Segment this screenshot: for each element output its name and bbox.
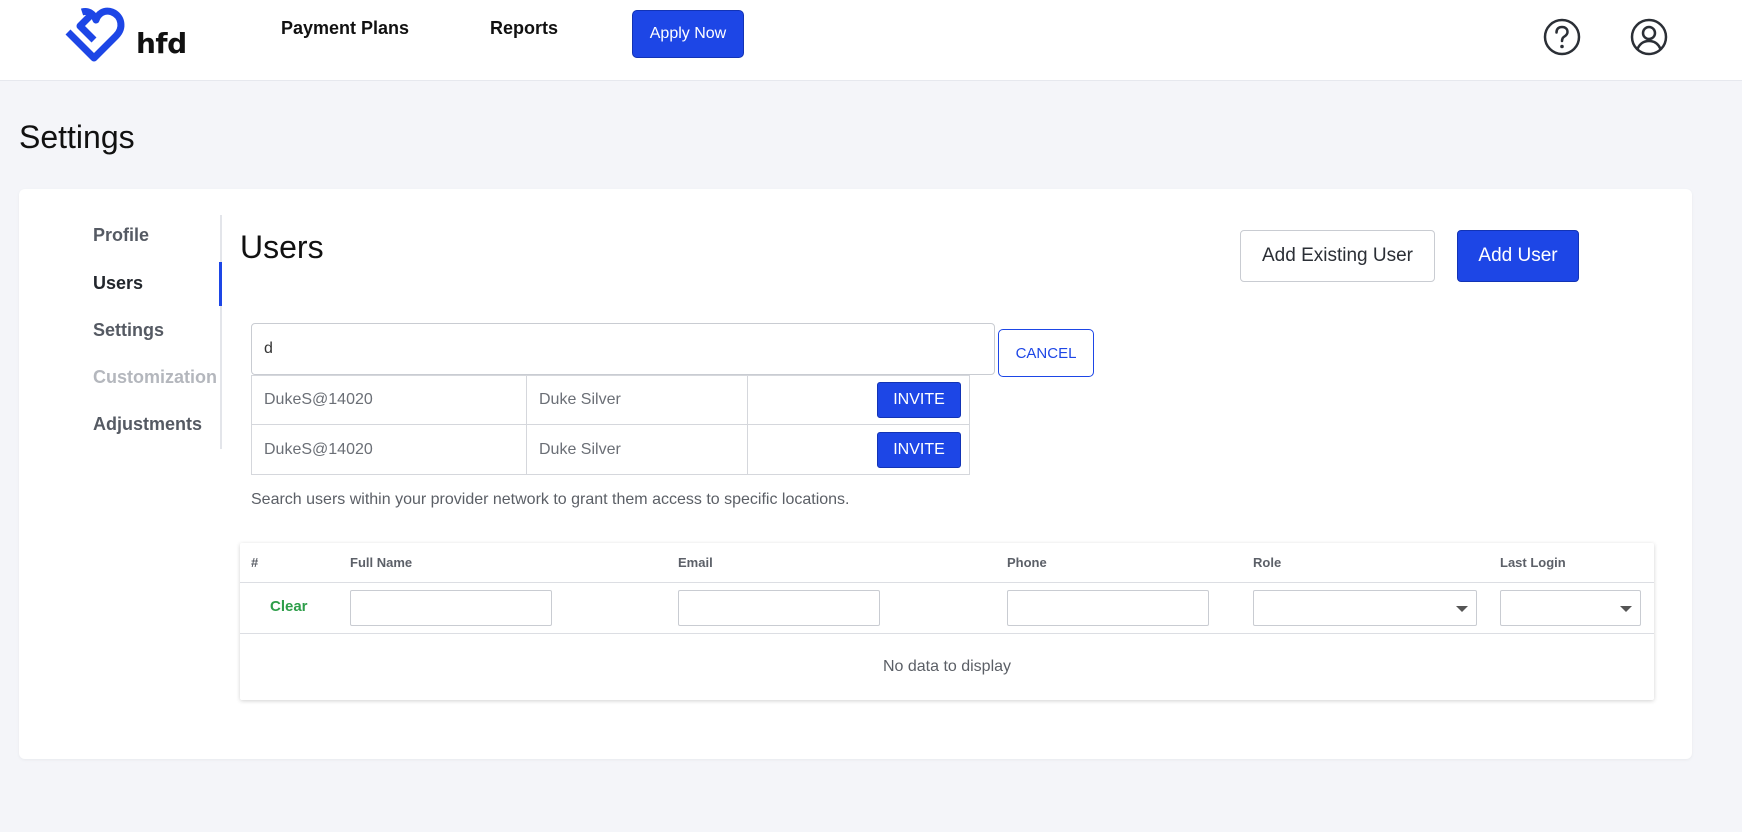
result-action-cell: INVITE: [748, 376, 969, 424]
add-existing-user-button[interactable]: Add Existing User: [1240, 230, 1435, 282]
last-login-filter-select[interactable]: [1500, 590, 1641, 626]
full-name-filter-input[interactable]: [350, 590, 552, 626]
settings-sidebar: Profile Users Settings Customization Adj…: [74, 215, 222, 449]
table-filter-row: Clear: [240, 583, 1654, 634]
brand-logo[interactable]: hfd: [60, 4, 187, 64]
search-result-row: DukeS@14020 Duke Silver INVITE: [252, 425, 969, 474]
logo-text: hfd: [136, 26, 187, 60]
column-header-index: #: [251, 555, 259, 570]
user-circle-icon[interactable]: [1629, 17, 1669, 57]
nav-payment-plans[interactable]: Payment Plans: [281, 18, 409, 39]
sidebar-item-users[interactable]: Users: [93, 273, 143, 294]
sidebar-item-settings[interactable]: Settings: [93, 320, 164, 341]
role-filter-select[interactable]: [1253, 590, 1477, 626]
sidebar-item-customization: Customization: [93, 367, 217, 387]
apply-now-button[interactable]: Apply Now: [632, 10, 744, 58]
column-header-last-login[interactable]: Last Login: [1500, 555, 1566, 570]
add-user-button[interactable]: Add User: [1457, 230, 1579, 282]
result-full-name: Duke Silver: [527, 425, 748, 474]
top-header: hfd Payment Plans Reports Apply Now: [0, 0, 1742, 81]
nav-reports[interactable]: Reports: [490, 18, 558, 39]
settings-card: Profile Users Settings Customization Adj…: [19, 189, 1692, 759]
result-username: DukeS@14020: [252, 376, 527, 424]
help-circle-icon[interactable]: [1542, 17, 1582, 57]
result-username: DukeS@14020: [252, 425, 527, 474]
sidebar-active-indicator: [219, 262, 222, 306]
empty-table-message: No data to display: [882, 658, 1012, 675]
invite-button[interactable]: INVITE: [877, 382, 961, 418]
table-header-row: # Full Name Email Phone Role Last Login: [240, 543, 1654, 583]
invite-button[interactable]: INVITE: [877, 431, 961, 468]
users-section-title: Users: [240, 229, 324, 265]
user-search-input[interactable]: [251, 323, 995, 375]
page-title: Settings: [19, 119, 135, 155]
users-table: # Full Name Email Phone Role Last Login …: [240, 543, 1654, 700]
column-header-email[interactable]: Email: [678, 555, 713, 570]
hfd-logo-icon: [65, 7, 125, 62]
search-result-row: DukeS@14020 Duke Silver INVITE: [252, 376, 969, 425]
phone-filter-input[interactable]: [1007, 590, 1209, 626]
search-helper-text: Search users within your provider networ…: [251, 491, 850, 508]
search-results-list: DukeS@14020 Duke Silver INVITE DukeS@140…: [251, 375, 970, 475]
column-header-phone[interactable]: Phone: [1007, 555, 1047, 570]
column-header-full-name[interactable]: Full Name: [350, 555, 412, 570]
column-header-role[interactable]: Role: [1253, 555, 1281, 570]
sidebar-item-adjustments[interactable]: Adjustments: [93, 414, 202, 435]
chevron-down-icon: [1456, 606, 1468, 612]
cancel-search-button[interactable]: CANCEL: [998, 329, 1094, 377]
sidebar-item-profile[interactable]: Profile: [93, 225, 149, 246]
clear-filters-link[interactable]: Clear: [270, 598, 308, 615]
chevron-down-icon: [1620, 606, 1632, 612]
result-full-name: Duke Silver: [527, 376, 748, 424]
result-action-cell: INVITE: [748, 425, 969, 474]
email-filter-input[interactable]: [678, 590, 880, 626]
